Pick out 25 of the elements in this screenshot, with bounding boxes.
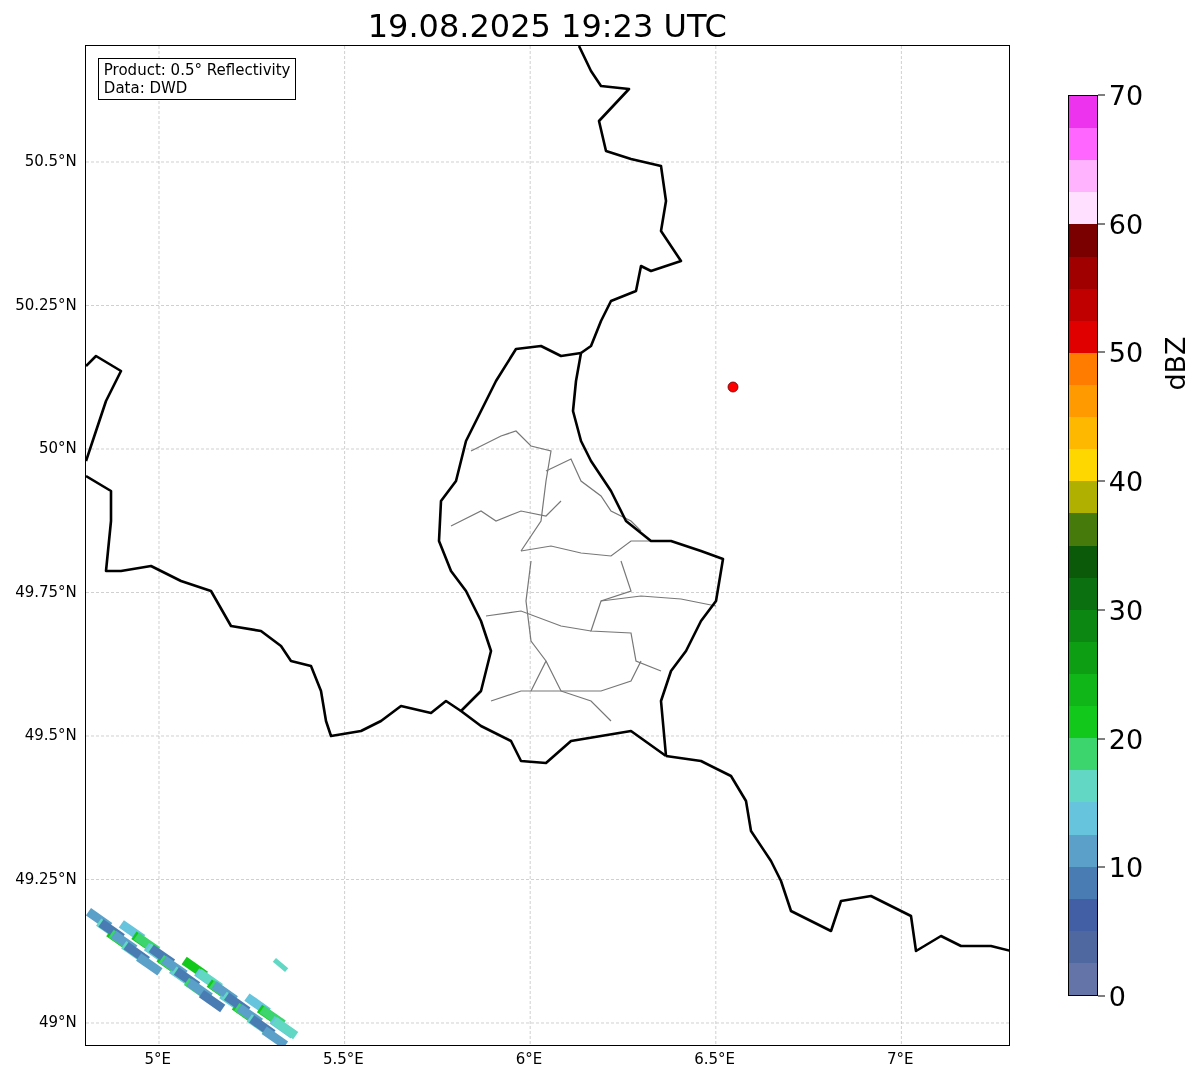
radar-site-marker (727, 381, 739, 393)
longitude-label: 5.5°E (323, 1050, 364, 1068)
latitude-label: 49°N (39, 1013, 77, 1031)
scale-tick-label: 40 (1108, 465, 1144, 497)
latitude-label: 49.25°N (15, 869, 77, 888)
scale-tick-label: 20 (1108, 723, 1144, 755)
scale-tick-label: 10 (1108, 851, 1144, 883)
scale-tick-label: 50 (1108, 336, 1144, 368)
longitude-label: 6.5°E (694, 1050, 736, 1068)
latitude-label: 50.5°N (24, 152, 77, 170)
info-text: Data: DWD (103, 79, 189, 97)
latitude-label: 49.5°N (24, 726, 77, 744)
scale-tick-label: 0 (1108, 980, 1126, 1012)
scale-tick-label: 60 (1108, 208, 1144, 240)
scale-tick-label: 30 (1108, 594, 1144, 626)
longitude-label: 7°E (886, 1050, 914, 1068)
scale-unit-label: dBZ (1159, 335, 1191, 391)
info-text: Product: 0.5° Reflectivity (103, 61, 291, 79)
longitude-label: 5°E (144, 1050, 172, 1068)
latitude-label: 50.25°N (15, 295, 77, 314)
latitude-label: 50°N (39, 439, 77, 457)
scale-tick-label: 70 (1108, 79, 1144, 111)
latitude-label: 49.75°N (15, 582, 77, 601)
chart-title: 19.08.2025 19:23 UTC (366, 6, 728, 45)
longitude-label: 6°E (515, 1050, 543, 1068)
